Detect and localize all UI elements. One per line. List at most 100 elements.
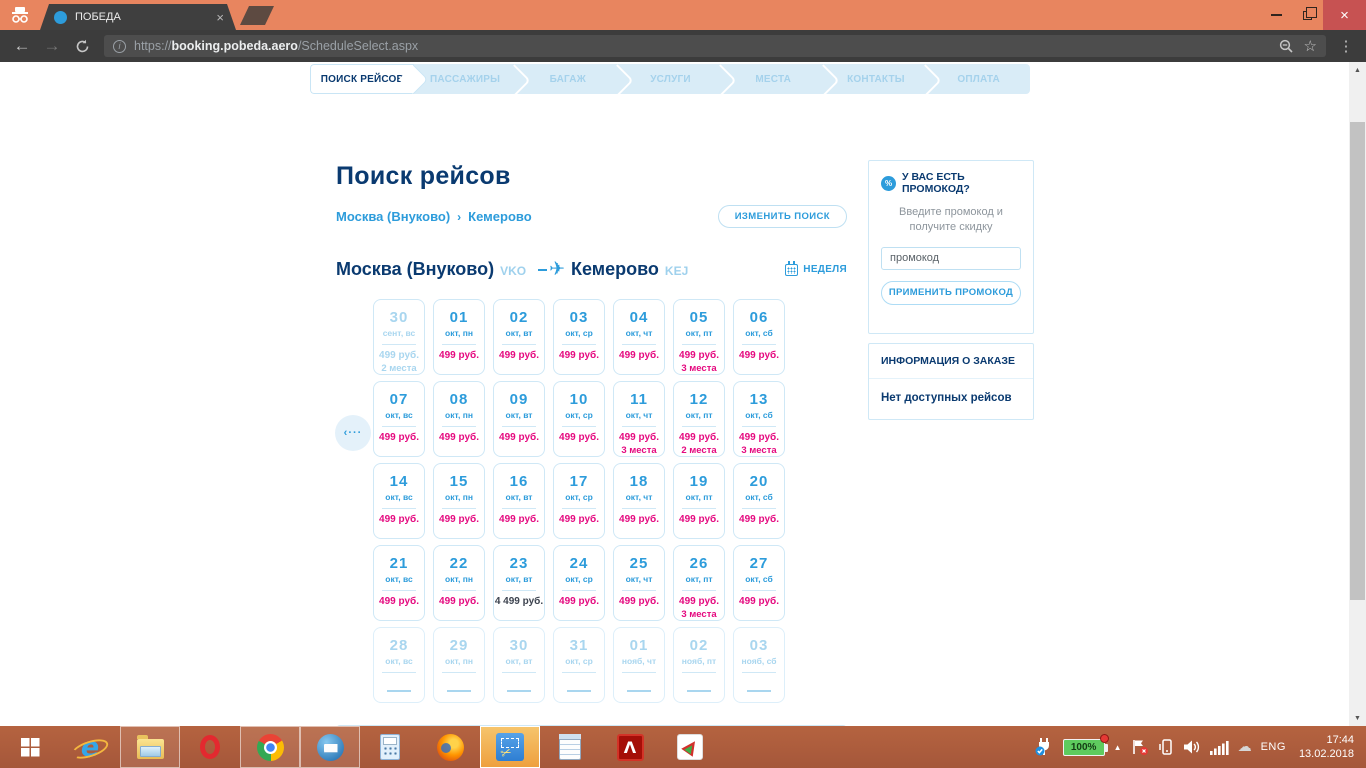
step-tab-7[interactable]: ОПЛАТА bbox=[927, 64, 1030, 94]
taskbar-acrobat-button[interactable]: Λ bbox=[600, 726, 660, 768]
window-close-button[interactable]: × bbox=[1323, 0, 1366, 30]
route-to-link[interactable]: Кемерово bbox=[468, 209, 531, 224]
calendar-day-cell[interactable]: 27окт, сб499 руб. bbox=[733, 545, 785, 621]
speaker-icon[interactable] bbox=[1183, 739, 1201, 755]
new-tab-button[interactable] bbox=[240, 6, 274, 25]
fare-price: 499 руб. bbox=[499, 514, 539, 527]
cloud-icon[interactable]: ☁ bbox=[1238, 739, 1252, 755]
seats-left: 2 места bbox=[381, 363, 416, 374]
bookmark-star-icon[interactable]: ☆ bbox=[1304, 37, 1317, 55]
calendar-day-cell[interactable]: 06окт, сб499 руб. bbox=[733, 299, 785, 375]
taskbar-opera-button[interactable] bbox=[180, 726, 240, 768]
calendar-day-cell[interactable]: 18окт, чт499 руб. bbox=[613, 463, 665, 539]
calendar-day-cell[interactable]: 25окт, чт499 руб. bbox=[613, 545, 665, 621]
zoom-icon[interactable] bbox=[1279, 39, 1294, 54]
step-tab-3[interactable]: БАГАЖ bbox=[516, 64, 619, 94]
window-restore-button[interactable] bbox=[1292, 0, 1323, 30]
apply-promo-button[interactable]: ПРИМЕНИТЬ ПРОМОКОД bbox=[881, 281, 1021, 305]
calendar-day-cell[interactable]: 13окт, сб499 руб.3 места bbox=[733, 381, 785, 457]
page-info-icon[interactable]: i bbox=[113, 40, 126, 53]
tab-close-icon[interactable]: × bbox=[212, 10, 228, 25]
step-tab-2[interactable]: ПАССАЖИРЫ bbox=[414, 64, 517, 94]
calendar-day-cell[interactable]: 07окт, вс499 руб. bbox=[373, 381, 425, 457]
step-tab-4[interactable]: УСЛУГИ bbox=[619, 64, 722, 94]
taskbar-snipping-tool-button[interactable]: ✂ bbox=[480, 726, 540, 768]
week-view-button[interactable]: НЕДЕЛЯ bbox=[785, 263, 847, 276]
calendar-day-cell[interactable]: 02окт, вт499 руб. bbox=[493, 299, 545, 375]
day-number: 24 bbox=[570, 555, 589, 572]
calendar-day-cell[interactable]: 12окт, пт499 руб.2 места bbox=[673, 381, 725, 457]
calculator-icon bbox=[380, 734, 400, 760]
reload-button[interactable] bbox=[68, 32, 96, 60]
scrollbar-thumb[interactable] bbox=[1350, 122, 1365, 600]
taskbar-chrome-button[interactable] bbox=[240, 726, 300, 768]
action-center-flag-icon[interactable] bbox=[1131, 738, 1149, 756]
step-tab-1[interactable]: ПОИСК РЕЙСОВ bbox=[310, 64, 414, 94]
calendar-day-cell[interactable]: 20окт, сб499 руб. bbox=[733, 463, 785, 539]
window-minimize-button[interactable] bbox=[1261, 0, 1292, 30]
taskbar-internet-explorer-button[interactable]: e bbox=[60, 726, 120, 768]
calendar-day-cell[interactable]: 10окт, ср499 руб. bbox=[553, 381, 605, 457]
calendar-day-cell[interactable]: 30сент, вс499 руб.2 места bbox=[373, 299, 425, 375]
day-number: 31 bbox=[570, 637, 589, 654]
calendar-day-cell[interactable]: 04окт, чт499 руб. bbox=[613, 299, 665, 375]
day-number: 13 bbox=[750, 391, 769, 408]
scroll-up-icon[interactable]: ▲ bbox=[1349, 62, 1366, 78]
back-button[interactable]: ← bbox=[8, 32, 36, 60]
taskbar-apps: e ✂ Λ bbox=[0, 726, 720, 768]
taskbar-clock[interactable]: 17:44 13.02.2018 bbox=[1299, 733, 1358, 762]
calendar-day-cell[interactable]: 24окт, ср499 руб. bbox=[553, 545, 605, 621]
taskbar-start-button[interactable] bbox=[0, 726, 60, 768]
image-viewer-icon bbox=[677, 734, 703, 760]
step-tab-6[interactable]: КОНТАКТЫ bbox=[825, 64, 928, 94]
cell-divider bbox=[622, 590, 656, 591]
hidden-icons-chevron-icon[interactable]: ▲ bbox=[1114, 743, 1122, 752]
calendar-day-cell[interactable]: 21окт, вс499 руб. bbox=[373, 545, 425, 621]
calendar-day-cell[interactable]: 05окт, пт499 руб.3 места bbox=[673, 299, 725, 375]
browser-tab[interactable]: ПОБЕДА × bbox=[40, 4, 236, 30]
forward-button[interactable]: → bbox=[38, 32, 66, 60]
address-bar[interactable]: i https://booking.pobeda.aero/ScheduleSe… bbox=[104, 35, 1326, 57]
page-scrollbar[interactable]: ▲ ▼ bbox=[1349, 62, 1366, 726]
calendar-day-cell[interactable]: 16окт, вт499 руб. bbox=[493, 463, 545, 539]
taskbar-file-explorer-button[interactable] bbox=[120, 726, 180, 768]
previous-weeks-button[interactable]: ‹··· bbox=[335, 415, 371, 451]
battery-icon[interactable]: 100% bbox=[1063, 739, 1105, 756]
taskbar-calculator-button[interactable] bbox=[360, 726, 420, 768]
day-number: 03 bbox=[570, 309, 589, 326]
cell-divider bbox=[742, 426, 776, 427]
calendar-day-cell[interactable]: 22окт, пн499 руб. bbox=[433, 545, 485, 621]
calendar-day-cell[interactable]: 15окт, пн499 руб. bbox=[433, 463, 485, 539]
calendar-day-cell[interactable]: 03окт, ср499 руб. bbox=[553, 299, 605, 375]
day-number: 30 bbox=[390, 309, 409, 326]
language-indicator[interactable]: ENG bbox=[1261, 741, 1286, 753]
route-from-link[interactable]: Москва (Внуково) bbox=[336, 209, 450, 224]
calendar-day-cell[interactable]: 08окт, пн499 руб. bbox=[433, 381, 485, 457]
calendar-day-cell[interactable]: 19окт, пт499 руб. bbox=[673, 463, 725, 539]
taskbar-notepad-button[interactable] bbox=[540, 726, 600, 768]
network-signal-icon[interactable] bbox=[1210, 740, 1229, 755]
calendar-day-cell[interactable]: 26окт, пт499 руб.3 места bbox=[673, 545, 725, 621]
window-controls: × bbox=[1261, 0, 1366, 30]
taskbar-thunderbird-button[interactable] bbox=[300, 726, 360, 768]
taskbar-image-viewer-button[interactable] bbox=[660, 726, 720, 768]
portable-device-icon[interactable] bbox=[1158, 738, 1174, 756]
browser-menu-icon[interactable]: ⋮ bbox=[1334, 37, 1358, 55]
day-label: окт, ср bbox=[565, 574, 593, 584]
power-plug-icon[interactable] bbox=[1034, 737, 1054, 757]
thunderbird-icon bbox=[317, 734, 344, 761]
day-label: окт, сб bbox=[745, 328, 773, 338]
taskbar-firefox-button[interactable] bbox=[420, 726, 480, 768]
calendar-day-cell[interactable]: 23окт, вт4 499 руб. bbox=[493, 545, 545, 621]
calendar-day-cell[interactable]: 11окт, чт499 руб.3 места bbox=[613, 381, 665, 457]
change-search-button[interactable]: ИЗМЕНИТЬ ПОИСК bbox=[718, 205, 847, 228]
calendar-day-cell[interactable]: 17окт, ср499 руб. bbox=[553, 463, 605, 539]
firefox-icon bbox=[437, 734, 464, 761]
calendar-day-cell[interactable]: 09окт, вт499 руб. bbox=[493, 381, 545, 457]
calendar-day-cell[interactable]: 01окт, пн499 руб. bbox=[433, 299, 485, 375]
calendar-day-cell[interactable]: 14окт, вс499 руб. bbox=[373, 463, 425, 539]
step-tab-5[interactable]: МЕСТА bbox=[722, 64, 825, 94]
sidebar: % У ВАС ЕСТЬ ПРОМОКОД? Введите промокод … bbox=[868, 160, 1034, 420]
promo-code-input[interactable] bbox=[881, 247, 1021, 270]
scroll-down-icon[interactable]: ▼ bbox=[1349, 710, 1366, 726]
